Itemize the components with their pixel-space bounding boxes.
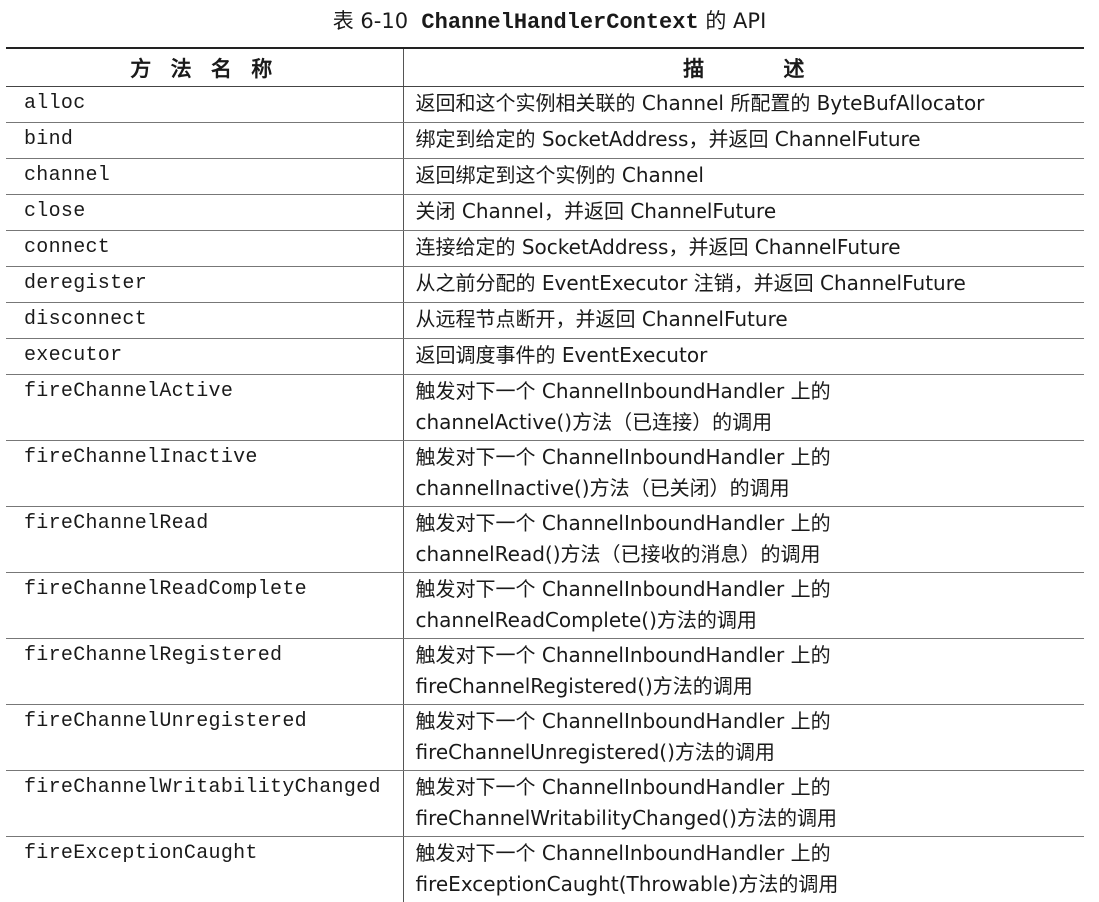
table-row: fireChannelReadComplete触发对下一个 ChannelInb… (6, 573, 1084, 639)
description-cell: 连接给定的 SocketAddress，并返回 ChannelFuture (403, 231, 1084, 267)
description-cell: 触发对下一个 ChannelInboundHandler 上的fireExcep… (403, 837, 1084, 902)
description-line: channelReadComplete()方法的调用 (416, 605, 1077, 636)
api-table: 方 法 名 称 描 述 alloc 返回和这个实例相关联的 Channel 所配置… (6, 47, 1084, 902)
method-name-cell: fireChannelWritabilityChanged (6, 771, 403, 837)
table-row: fireChannelUnregistered触发对下一个 ChannelInb… (6, 705, 1084, 771)
description-line: 关闭 Channel，并返回 ChannelFuture (416, 196, 1077, 227)
table-row: connect 连接给定的 SocketAddress，并返回 ChannelFu… (6, 231, 1084, 267)
description-cell: 关闭 Channel，并返回 ChannelFuture (403, 195, 1084, 231)
caption-number: 表 6-10 (333, 9, 408, 33)
method-name-cell: deregister (6, 267, 403, 303)
description-line: 返回和这个实例相关联的 Channel 所配置的 ByteBufAllocato… (416, 88, 1077, 119)
description-cell: 触发对下一个 ChannelInboundHandler 上的fireChann… (403, 705, 1084, 771)
description-cell: 触发对下一个 ChannelInboundHandler 上的channelRe… (403, 507, 1084, 573)
method-name-cell: fireChannelRead (6, 507, 403, 573)
description-line: 触发对下一个 ChannelInboundHandler 上的 (416, 574, 1077, 605)
method-name-cell: connect (6, 231, 403, 267)
description-cell: 触发对下一个 ChannelInboundHandler 上的fireChann… (403, 771, 1084, 837)
description-line: 绑定到给定的 SocketAddress，并返回 ChannelFuture (416, 124, 1077, 155)
description-cell: 触发对下一个 ChannelInboundHandler 上的channelRe… (403, 573, 1084, 639)
table-body: alloc 返回和这个实例相关联的 Channel 所配置的 ByteBufAll… (6, 87, 1084, 902)
description-cell: 触发对下一个 ChannelInboundHandler 上的channelIn… (403, 441, 1084, 507)
table-row: close 关闭 Channel，并返回 ChannelFuture (6, 195, 1084, 231)
description-cell: 从远程节点断开，并返回 ChannelFuture (403, 303, 1084, 339)
table-row: bind 绑定到给定的 SocketAddress，并返回 ChannelFutu… (6, 123, 1084, 159)
description-cell: 返回和这个实例相关联的 Channel 所配置的 ByteBufAllocato… (403, 87, 1084, 123)
description-cell: 返回调度事件的 EventExecutor (403, 339, 1084, 375)
method-name-cell: disconnect (6, 303, 403, 339)
description-line: fireExceptionCaught(Throwable)方法的调用 (416, 869, 1077, 900)
method-name-cell: executor (6, 339, 403, 375)
description-line: channelActive()方法（已连接）的调用 (416, 407, 1077, 438)
description-line: 触发对下一个 ChannelInboundHandler 上的 (416, 640, 1077, 671)
description-line: 触发对下一个 ChannelInboundHandler 上的 (416, 442, 1077, 473)
method-name-cell: fireChannelReadComplete (6, 573, 403, 639)
table-row: fireChannelRegistered触发对下一个 ChannelInbou… (6, 639, 1084, 705)
method-name-cell: fireChannelActive (6, 375, 403, 441)
table-row: deregister 从之前分配的 EventExecutor 注销，并返回 Ch… (6, 267, 1084, 303)
description-line: 返回调度事件的 EventExecutor (416, 340, 1077, 371)
method-name-cell: fireChannelUnregistered (6, 705, 403, 771)
table-row: disconnect 从远程节点断开，并返回 ChannelFuture (6, 303, 1084, 339)
method-name-cell: fireExceptionCaught (6, 837, 403, 902)
method-name-cell: close (6, 195, 403, 231)
description-line: 从之前分配的 EventExecutor 注销，并返回 ChannelFutur… (416, 268, 1077, 299)
table-row: channel 返回绑定到这个实例的 Channel (6, 159, 1084, 195)
description-line: 连接给定的 SocketAddress，并返回 ChannelFuture (416, 232, 1077, 263)
table-row: fireChannelRead触发对下一个 ChannelInboundHand… (6, 507, 1084, 573)
table-row: executor 返回调度事件的 EventExecutor (6, 339, 1084, 375)
description-line: 触发对下一个 ChannelInboundHandler 上的 (416, 706, 1077, 737)
table-caption: 表 6-10 ChannelHandlerContext 的 API (0, 6, 1099, 38)
description-cell: 绑定到给定的 SocketAddress，并返回 ChannelFuture (403, 123, 1084, 159)
column-header-description: 描 述 (403, 48, 1084, 87)
description-line: 从远程节点断开，并返回 ChannelFuture (416, 304, 1077, 335)
table-row: fireChannelInactive触发对下一个 ChannelInbound… (6, 441, 1084, 507)
description-line: 触发对下一个 ChannelInboundHandler 上的 (416, 508, 1077, 539)
caption-suffix: 的 API (705, 9, 766, 33)
description-line: channelInactive()方法（已关闭）的调用 (416, 473, 1077, 504)
description-cell: 返回绑定到这个实例的 Channel (403, 159, 1084, 195)
column-header-method: 方 法 名 称 (6, 48, 403, 87)
description-line: channelRead()方法（已接收的消息）的调用 (416, 539, 1077, 570)
table-row: fireExceptionCaught触发对下一个 ChannelInbound… (6, 837, 1084, 902)
description-cell: 触发对下一个 ChannelInboundHandler 上的channelAc… (403, 375, 1084, 441)
table-row: fireChannelWritabilityChanged触发对下一个 Chan… (6, 771, 1084, 837)
table-header-row: 方 法 名 称 描 述 (6, 48, 1084, 87)
description-cell: 触发对下一个 ChannelInboundHandler 上的fireChann… (403, 639, 1084, 705)
table-row: fireChannelActive触发对下一个 ChannelInboundHa… (6, 375, 1084, 441)
description-line: 返回绑定到这个实例的 Channel (416, 160, 1077, 191)
description-line: 触发对下一个 ChannelInboundHandler 上的 (416, 772, 1077, 803)
method-name-cell: fireChannelRegistered (6, 639, 403, 705)
method-name-cell: fireChannelInactive (6, 441, 403, 507)
method-name-cell: bind (6, 123, 403, 159)
description-cell: 从之前分配的 EventExecutor 注销，并返回 ChannelFutur… (403, 267, 1084, 303)
description-line: fireChannelUnregistered()方法的调用 (416, 737, 1077, 768)
description-line: fireChannelRegistered()方法的调用 (416, 671, 1077, 702)
description-line: 触发对下一个 ChannelInboundHandler 上的 (416, 838, 1077, 869)
method-name-cell: channel (6, 159, 403, 195)
description-line: fireChannelWritabilityChanged()方法的调用 (416, 803, 1077, 834)
description-line: 触发对下一个 ChannelInboundHandler 上的 (416, 376, 1077, 407)
table-row: alloc 返回和这个实例相关联的 Channel 所配置的 ByteBufAll… (6, 87, 1084, 123)
method-name-cell: alloc (6, 87, 403, 123)
caption-class-name: ChannelHandlerContext (421, 10, 698, 35)
